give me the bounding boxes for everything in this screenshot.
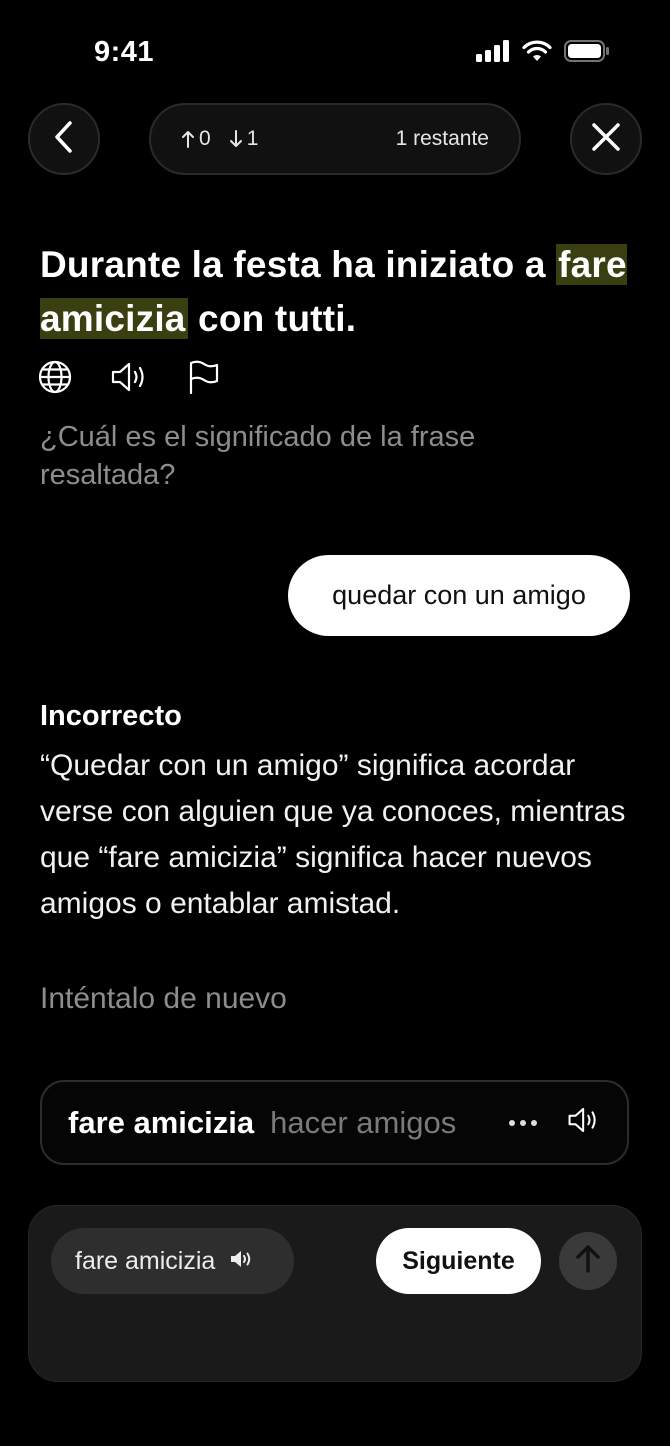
globe-icon bbox=[38, 360, 72, 394]
chevron-left-icon bbox=[52, 120, 76, 159]
speaker-icon bbox=[568, 1107, 596, 1133]
close-icon bbox=[591, 122, 621, 157]
sentence-tools bbox=[38, 360, 220, 394]
ellipsis-icon[interactable] bbox=[509, 1119, 537, 1126]
status-time: 9:41 bbox=[94, 36, 155, 68]
question-sentence: Durante la festa ha iniziato a fare amic… bbox=[40, 244, 627, 339]
phrase-chip-label: fare amicizia bbox=[75, 1246, 216, 1275]
phrase-card[interactable]: fare amicizia hacer amigos bbox=[40, 1080, 629, 1165]
play-audio-button[interactable] bbox=[110, 361, 150, 393]
user-answer-bubble: quedar con un amigo bbox=[288, 555, 630, 636]
progress-indicator: 0 1 1 restante bbox=[149, 103, 521, 175]
phrase-card-phrase: fare amicizia bbox=[68, 1104, 255, 1140]
speaker-icon bbox=[111, 362, 144, 392]
phrase-audio-button[interactable] bbox=[567, 1106, 601, 1139]
feedback-explanation: “Quedar con un amigo” significa acordar … bbox=[40, 749, 626, 920]
flag-icon bbox=[189, 360, 219, 394]
speaker-icon bbox=[229, 1247, 253, 1276]
phrase-card-translation: hacer amigos bbox=[270, 1104, 457, 1140]
status-icons bbox=[476, 40, 610, 67]
close-button[interactable] bbox=[570, 103, 642, 175]
remaining-count: 1 restante bbox=[395, 127, 489, 150]
send-button[interactable] bbox=[559, 1232, 617, 1290]
report-button[interactable] bbox=[188, 360, 220, 394]
retry-hint: Inténtalo de nuevo bbox=[40, 982, 287, 1015]
wrong-counter: 1 bbox=[229, 127, 258, 151]
screen: 9:41 0 1 1 restante Durante la festa ha … bbox=[0, 0, 670, 1446]
wifi-icon bbox=[522, 40, 552, 67]
translate-button[interactable] bbox=[38, 360, 72, 394]
back-button[interactable] bbox=[28, 103, 100, 175]
correct-counter: 0 bbox=[181, 127, 211, 151]
next-button[interactable]: Siguiente bbox=[376, 1228, 541, 1294]
battery-icon bbox=[564, 40, 610, 67]
arrow-up-icon bbox=[181, 129, 195, 149]
bottom-panel: fare amicizia Siguiente bbox=[28, 1205, 642, 1382]
feedback-title: Incorrecto bbox=[40, 700, 182, 732]
question-prompt: ¿Cuál es el significado de la frase resa… bbox=[40, 421, 476, 491]
arrow-up-icon bbox=[575, 1244, 601, 1279]
arrow-down-icon bbox=[229, 129, 243, 149]
phrase-chip[interactable]: fare amicizia bbox=[51, 1228, 294, 1294]
cellular-signal-icon bbox=[476, 40, 510, 67]
